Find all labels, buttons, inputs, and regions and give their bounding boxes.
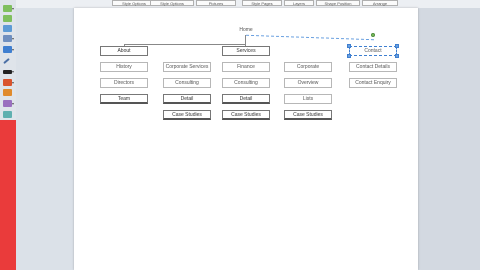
sitemap-node-contact[interactable]: Contact xyxy=(349,46,397,56)
sitemap-node[interactable]: Contact Enquiry xyxy=(349,78,397,88)
sitemap-node[interactable]: Consulting xyxy=(222,78,270,88)
sitemap-node[interactable]: Corporate Services xyxy=(163,62,211,72)
chevron-down-icon[interactable]: ▾ xyxy=(12,6,14,11)
grid-icon[interactable] xyxy=(3,5,12,12)
connector xyxy=(245,35,246,44)
sitemap-node[interactable]: Directors xyxy=(100,78,148,88)
sitemap-node[interactable]: Lists xyxy=(284,94,332,104)
line-icon[interactable] xyxy=(3,57,10,65)
sitemap-node[interactable]: History xyxy=(100,62,148,72)
sitemap-node-about[interactable]: About xyxy=(100,46,148,56)
sitemap-node[interactable]: Case Studies xyxy=(284,110,332,120)
ribbon-tab[interactable]: Style Pages xyxy=(242,0,282,6)
chevron-down-icon[interactable]: ▾ xyxy=(12,80,14,85)
connector xyxy=(124,44,246,45)
ribbon-tab[interactable]: Shape Position xyxy=(316,0,360,6)
ribbon-tab[interactable]: Arrange xyxy=(362,0,398,6)
chevron-down-icon[interactable]: ▾ xyxy=(12,47,14,52)
sitemap-node[interactable]: Detail xyxy=(163,94,211,104)
lines-icon[interactable] xyxy=(3,70,12,74)
selection-handle[interactable] xyxy=(395,54,399,58)
stack-icon[interactable] xyxy=(3,35,12,42)
sitemap-node[interactable]: Consulting xyxy=(163,78,211,88)
left-margin-area xyxy=(16,8,74,270)
sitemap-node[interactable]: Team xyxy=(100,94,148,104)
drawing-page[interactable]: Home About Services Contact History Dire… xyxy=(74,8,418,270)
ribbon-tab[interactable]: Layers xyxy=(284,0,314,6)
chevron-down-icon[interactable]: ▾ xyxy=(12,69,14,74)
sitemap-node[interactable]: Detail xyxy=(222,94,270,104)
shadow-icon[interactable] xyxy=(3,111,12,118)
sitemap-node[interactable]: Case Studies xyxy=(163,110,211,120)
effects-icon[interactable] xyxy=(3,100,12,107)
sitemap-node[interactable]: Case Studies xyxy=(222,110,270,120)
sitemap-node[interactable]: Corporate xyxy=(284,62,332,72)
rotation-handle[interactable] xyxy=(371,33,375,37)
table-icon[interactable] xyxy=(3,15,12,22)
selection-handle[interactable] xyxy=(395,44,399,48)
fill-icon[interactable] xyxy=(3,79,12,86)
ribbon-tab[interactable]: Style Options xyxy=(150,0,194,6)
sitemap-node[interactable]: Overview xyxy=(284,78,332,88)
sitemap-node[interactable]: Finance xyxy=(222,62,270,72)
shape-toolbar: ▾ ▾ ▾ ▾ ▾ ▾ xyxy=(0,0,16,120)
right-margin-area xyxy=(418,8,480,270)
sitemap-node[interactable]: Contact Details xyxy=(349,62,397,72)
chevron-down-icon[interactable]: ▾ xyxy=(12,101,14,106)
ribbon-bar: Style Options Style Options Pictures Sty… xyxy=(16,0,480,8)
selection-handle[interactable] xyxy=(347,54,351,58)
sitemap-node-services[interactable]: Services xyxy=(222,46,270,56)
ribbon-tab[interactable]: Pictures xyxy=(196,0,236,6)
text-icon[interactable] xyxy=(3,89,12,96)
selection-handle[interactable] xyxy=(347,44,351,48)
rectangle-icon[interactable] xyxy=(3,46,12,53)
connector-selected xyxy=(246,34,374,41)
image-icon[interactable] xyxy=(3,25,12,32)
chevron-down-icon[interactable]: ▾ xyxy=(12,36,14,41)
